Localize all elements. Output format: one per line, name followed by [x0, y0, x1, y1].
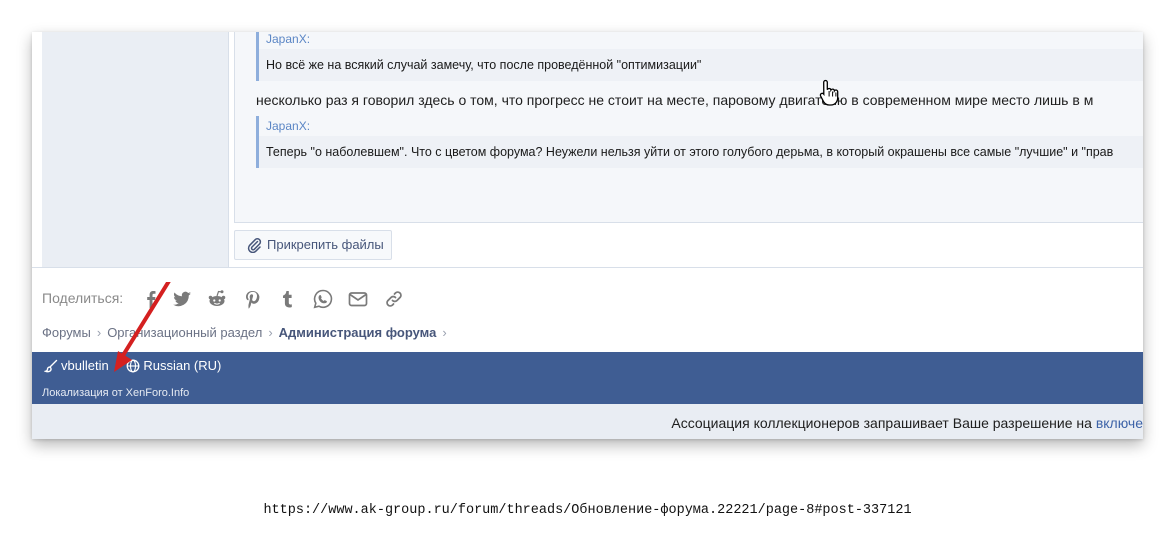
whatsapp-icon[interactable] [312, 288, 334, 310]
quote-block: JapanX: Теперь "о наболевшем". Что с цве… [256, 116, 1143, 168]
quote-block: JapanX: Но всё же на всякий случай замеч… [256, 32, 1143, 81]
link-icon[interactable] [383, 288, 405, 310]
style-chooser[interactable]: vbulletin [44, 358, 109, 373]
tumblr-icon[interactable] [276, 288, 298, 310]
consent-link[interactable]: включе [1096, 415, 1143, 431]
paperclip-icon [247, 238, 262, 253]
screenshot-frame: JapanX: Но всё же на всякий случай замеч… [32, 32, 1143, 439]
breadcrumb-item-forum-admin[interactable]: Администрация форума [279, 325, 437, 340]
breadcrumb: Форумы › Организационный раздел › Администра… [42, 325, 453, 340]
chevron-right-icon: › [96, 325, 102, 340]
divider [32, 267, 1143, 268]
attach-files-button[interactable]: Прикрепить файлы [234, 230, 392, 260]
message-editor[interactable]: JapanX: Но всё же на всякий случай замеч… [234, 32, 1143, 223]
message-text: несколько раз я говорил здесь о том, что… [256, 92, 1094, 108]
chevron-right-icon: › [442, 325, 447, 340]
attach-files-label: Прикрепить файлы [267, 237, 384, 252]
hand-pointer-cursor-icon [819, 79, 839, 106]
post-user-column [42, 32, 229, 268]
style-label: vbulletin [61, 358, 109, 373]
pinterest-icon[interactable] [241, 288, 263, 310]
chevron-right-icon: › [268, 325, 273, 340]
quote-text: Теперь "о наболевшем". Что с цветом фору… [259, 136, 1143, 168]
email-icon[interactable] [347, 288, 369, 310]
quote-author[interactable]: JapanX: [259, 116, 1143, 136]
quote-text: Но всё же на всякий случай замечу, что п… [259, 49, 1143, 81]
red-arrow-annotation [114, 282, 171, 372]
source-url-caption: https://www.ak-group.ru/forum/threads/Об… [263, 503, 912, 518]
breadcrumb-item-forums[interactable]: Форумы [42, 325, 91, 340]
quote-author[interactable]: JapanX: [259, 32, 1143, 49]
brush-icon [44, 359, 58, 372]
consent-text: Ассоциация коллекционеров запрашивает Ва… [671, 415, 1096, 431]
